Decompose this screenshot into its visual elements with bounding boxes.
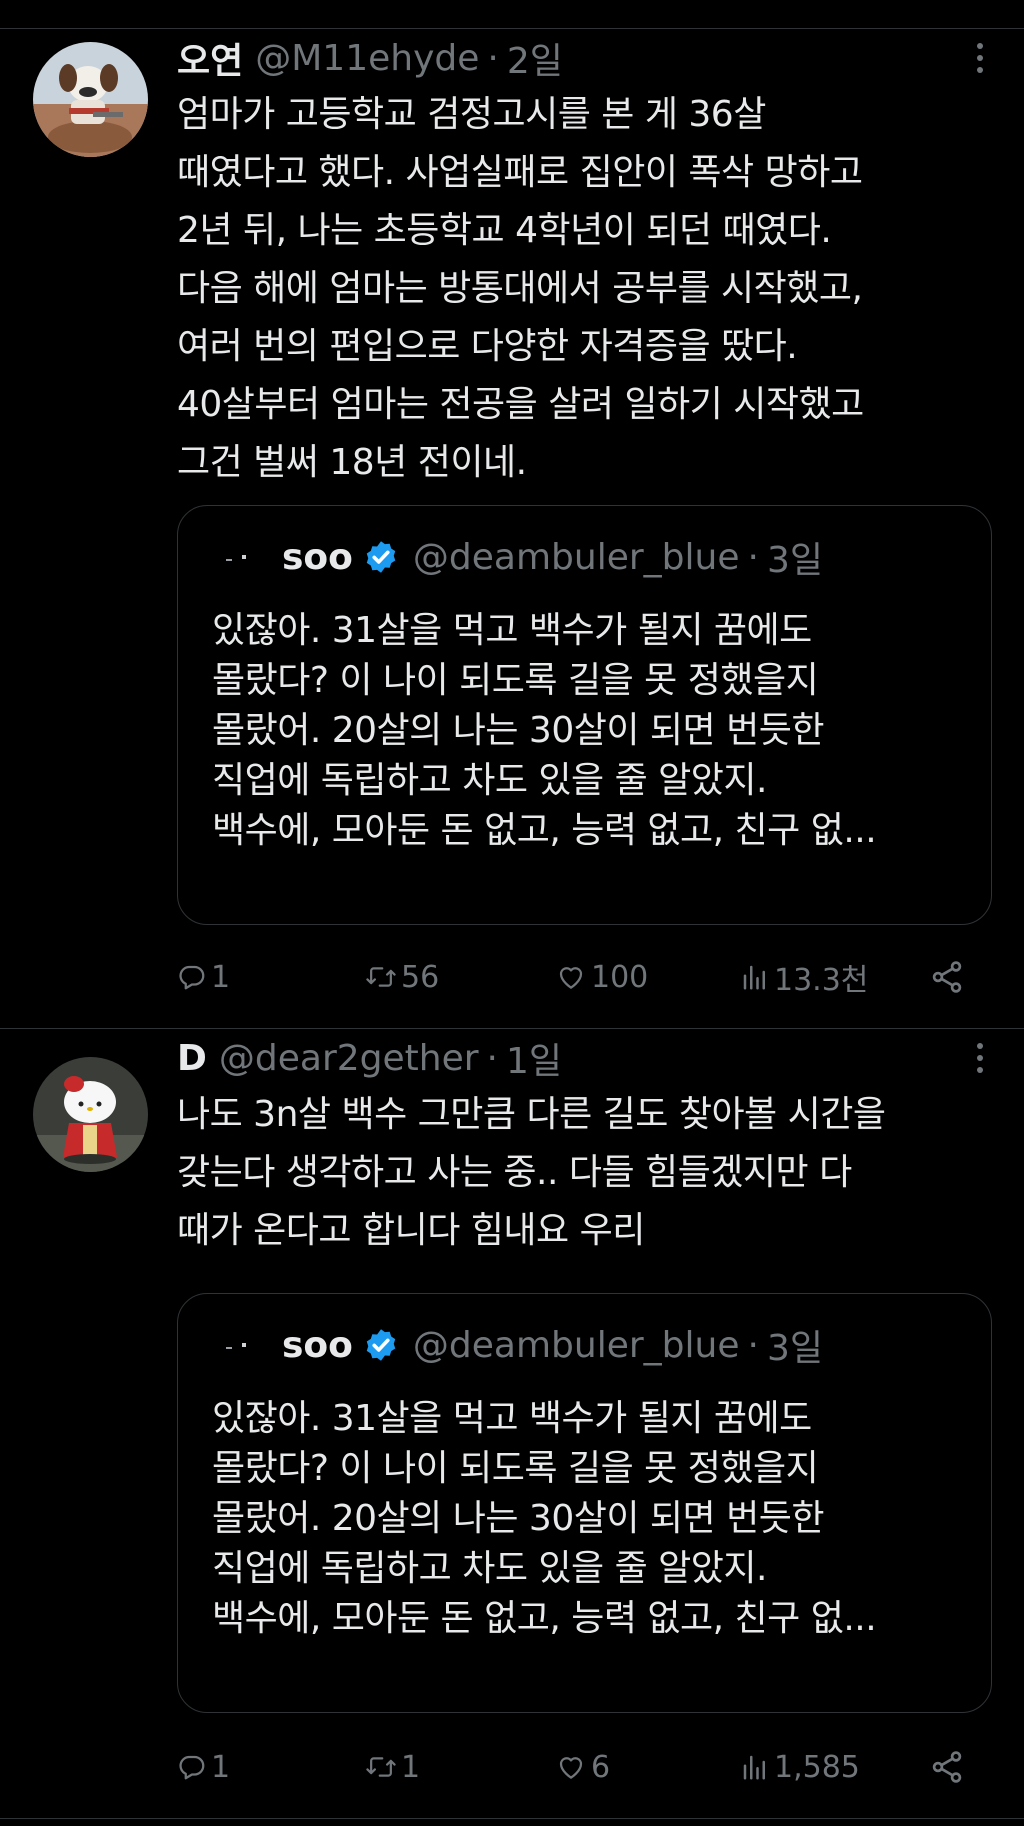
retweet-count: 56 (401, 959, 440, 995)
tweet-text: 엄마가 고등학교 검정고시를 본 게 36살 때였다고 했다. 사업실패로 집안… (177, 86, 992, 492)
like-button[interactable]: 6 (555, 1742, 610, 1792)
tweet-text-line: 때가 온다고 합니다 힘내요 우리 (177, 1210, 645, 1251)
like-count: 6 (591, 1749, 611, 1785)
share-button[interactable] (929, 1742, 965, 1792)
retweet-count: 1 (401, 1749, 421, 1785)
reply-count: 1 (211, 959, 231, 995)
quote-text-line: 직업에 독립하고 차도 있을 줄 알았지. (212, 1548, 767, 1589)
tweet[interactable]: D @dear2gether · 1일 나도 3n살 백수 그만큼 다른 길도 … (0, 1030, 1024, 1820)
display-name[interactable]: D (177, 1038, 207, 1079)
views-icon (743, 965, 765, 990)
quote-header: soo @deambuler_blue · 3일 (222, 1320, 823, 1370)
quote-header: soo @deambuler_blue · 3일 (222, 532, 823, 582)
heart-icon (559, 1757, 583, 1779)
tweet-header: 오연 @M11ehyde · 2일 (177, 30, 992, 86)
quote-text-line: 백수에, 모아둔 돈 없고, 능력 없고, 친구 없... (212, 1598, 877, 1639)
tweet-text-line: 갖는다 생각하고 사는 중.. 다들 힘들겠지만 다 (177, 1152, 852, 1193)
tweet-text-line: 여러 번의 편입으로 다양한 자격증을 땄다. (177, 326, 798, 367)
retweet-button[interactable]: 1 (365, 1742, 420, 1792)
tweet-text-line: 때였다고 했다. 사업실패로 집안이 폭삭 망하고 (177, 152, 863, 193)
views-button[interactable]: 13.3천 (740, 952, 868, 1002)
quote-text-line: 있잖아. 31살을 먹고 백수가 될지 꿈에도 (212, 610, 812, 651)
more-icon[interactable] (968, 1036, 992, 1080)
reply-count: 1 (211, 1749, 231, 1785)
quote-display-name: soo (282, 1324, 353, 1366)
tweet-divider (0, 1028, 1024, 1029)
avatar-image (33, 42, 148, 157)
tweet-text-line: 엄마가 고등학교 검정고시를 본 게 36살 (177, 94, 766, 135)
share-icon (932, 1751, 962, 1783)
verified-badge-icon (366, 541, 396, 573)
tweet-body: 오연 @M11ehyde · 2일 엄마가 고등학교 검정고시를 본 게 36살… (177, 30, 992, 492)
action-bar: 1 1 6 1,585 (177, 1742, 992, 1792)
tweet-divider (0, 1818, 1024, 1819)
retweet-button[interactable]: 56 (365, 952, 439, 1002)
heart-icon (559, 967, 583, 989)
quote-avatar (222, 539, 258, 575)
quote-text: 있잖아. 31살을 먹고 백수가 될지 꿈에도 몰랐다? 이 나이 되도록 길을… (212, 1394, 972, 1644)
like-count: 100 (591, 959, 649, 995)
quote-handle: @deambuler_blue (412, 1324, 740, 1366)
tweet-text-line: 다음 해에 엄마는 방통대에서 공부를 시작했고, (177, 268, 863, 309)
quote-timestamp: 3일 (766, 540, 823, 581)
quote-timestamp: 3일 (766, 1328, 823, 1369)
quote-text-line: 백수에, 모아둔 돈 없고, 능력 없고, 친구 없... (212, 810, 877, 851)
quote-text-line: 몰랐어. 20살의 나는 30살이 되면 번듯한 (212, 710, 824, 751)
verified-badge-icon (366, 1329, 396, 1361)
separator-dot: · (747, 1324, 759, 1366)
separator-dot: · (747, 536, 759, 578)
avatar-image (33, 1057, 148, 1172)
user-handle[interactable]: @dear2gether (219, 1038, 479, 1079)
retweet-icon (366, 967, 396, 987)
quote-tweet-card[interactable]: soo @deambuler_blue · 3일 있잖아. 31살을 먹고 백수… (177, 505, 992, 925)
tweet[interactable]: 오연 @M11ehyde · 2일 엄마가 고등학교 검정고시를 본 게 36살… (0, 30, 1024, 1028)
like-button[interactable]: 100 (555, 952, 648, 1002)
quote-text-line: 몰랐어. 20살의 나는 30살이 되면 번듯한 (212, 1498, 824, 1539)
separator-dot: · (486, 1037, 498, 1079)
reply-button[interactable]: 1 (177, 952, 230, 1002)
separator-dot: · (487, 37, 499, 79)
tweet-text-line: 2년 뒤, 나는 초등학교 4학년이 되던 때였다. (177, 210, 832, 251)
quote-text-line: 몰랐다? 이 나이 되도록 길을 못 정했을지 (212, 1448, 819, 1489)
quote-text-line: 몰랐다? 이 나이 되도록 길을 못 정했을지 (212, 660, 819, 701)
quote-handle: @deambuler_blue (412, 536, 740, 578)
action-bar: 1 56 100 13.3천 (177, 952, 992, 1002)
tweet-header: D @dear2gether · 1일 (177, 1030, 992, 1086)
quote-avatar (222, 1327, 258, 1363)
views-count: 13.3천 (774, 963, 869, 998)
tweet-body: D @dear2gether · 1일 나도 3n살 백수 그만큼 다른 길도 … (177, 1030, 992, 1260)
top-divider (0, 28, 1024, 29)
tweet-text-line: 40살부터 엄마는 전공을 살려 일하기 시작했고 (177, 384, 864, 425)
quote-display-name: soo (282, 536, 353, 578)
tweet-text: 나도 3n살 백수 그만큼 다른 길도 찾아볼 시간을 갖는다 생각하고 사는 … (177, 1086, 992, 1260)
views-button[interactable]: 1,585 (740, 1742, 860, 1792)
share-button[interactable] (929, 952, 965, 1002)
quote-text: 있잖아. 31살을 먹고 백수가 될지 꿈에도 몰랐다? 이 나이 되도록 길을… (212, 606, 972, 856)
quote-tweet-card[interactable]: soo @deambuler_blue · 3일 있잖아. 31살을 먹고 백수… (177, 1293, 992, 1713)
more-icon[interactable] (968, 36, 992, 80)
reply-icon (179, 1755, 205, 1780)
timestamp[interactable]: 2일 (507, 32, 563, 84)
user-handle[interactable]: @M11ehyde (255, 38, 479, 79)
views-count: 1,585 (774, 1749, 860, 1785)
display-name[interactable]: 오연 (177, 32, 243, 84)
timestamp[interactable]: 1일 (506, 1032, 562, 1084)
reply-button[interactable]: 1 (177, 1742, 230, 1792)
share-icon (932, 961, 962, 993)
quote-text-line: 직업에 독립하고 차도 있을 줄 알았지. (212, 760, 767, 801)
tweet-text-line: 그건 벌써 18년 전이네. (177, 442, 527, 483)
tweet-text-line: 나도 3n살 백수 그만큼 다른 길도 찾아볼 시간을 (177, 1094, 886, 1135)
avatar[interactable] (33, 42, 148, 157)
quote-text-line: 있잖아. 31살을 먹고 백수가 될지 꿈에도 (212, 1398, 812, 1439)
avatar[interactable] (33, 1057, 148, 1172)
views-icon (743, 1755, 765, 1780)
reply-icon (179, 965, 205, 990)
retweet-icon (366, 1757, 396, 1777)
